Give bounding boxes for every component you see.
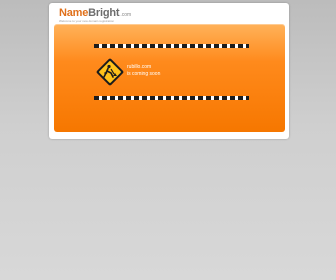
hazard-stripe-bottom bbox=[94, 96, 249, 100]
logo-bright-text: Bright bbox=[88, 7, 120, 19]
coming-soon-message: rubillo.com is coming soon bbox=[127, 64, 160, 78]
logo-name-text: Name bbox=[59, 7, 89, 19]
logo-tagline: Welcome to your new domain registration bbox=[59, 19, 115, 23]
logo-tld-text: .com bbox=[120, 12, 132, 18]
hazard-stripe-top bbox=[94, 44, 249, 48]
status-text: is coming soon bbox=[127, 71, 161, 77]
domain-name: rubillo.com bbox=[127, 64, 152, 70]
parking-card: Name Bright .com Welcome to your new dom… bbox=[49, 3, 289, 139]
under-construction-sign-icon bbox=[96, 58, 124, 86]
coming-soon-banner: rubillo.com is coming soon bbox=[54, 24, 285, 132]
